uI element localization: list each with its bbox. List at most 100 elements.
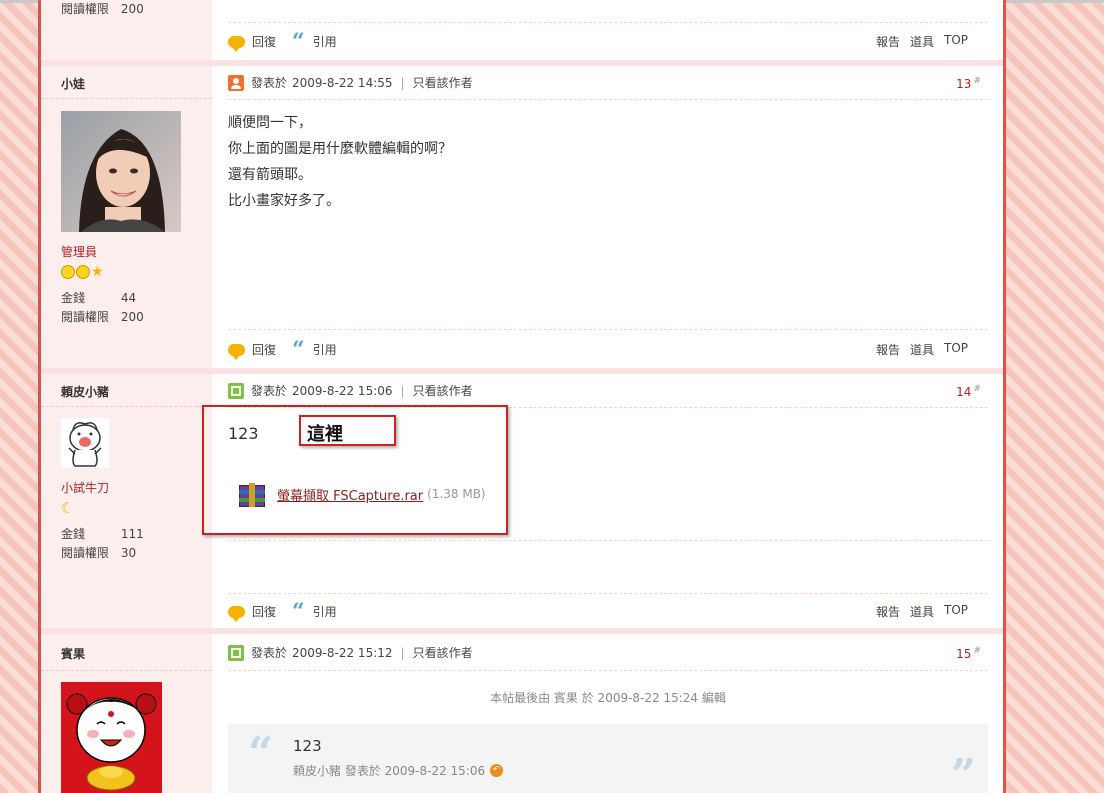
moon-icon: ☾ xyxy=(61,499,75,517)
quote-source: 頼皮小豬 發表於 2009-8-22 15:06 xyxy=(293,764,486,778)
floor-number[interactable]: 13 # xyxy=(956,76,981,91)
quote-button[interactable]: 引用 xyxy=(313,341,337,358)
quote-button[interactable]: 引用 xyxy=(313,603,337,620)
floor-value: 13 xyxy=(956,77,972,91)
open-quote-icon: “ xyxy=(248,728,274,779)
separator: | xyxy=(400,645,405,660)
quote-icon[interactable]: “ xyxy=(292,339,305,361)
reply-button[interactable]: 回復 xyxy=(252,341,276,358)
top-link[interactable]: TOP xyxy=(944,603,968,620)
author-name[interactable]: 小娃 xyxy=(61,75,85,92)
post-line: 順便問一下， xyxy=(228,115,312,131)
edit-note: 本帖最後由 賓果 於 2009-8-22 15:24 編輯 xyxy=(490,691,726,705)
only-author-link[interactable]: 只看該作者 xyxy=(413,382,473,399)
report-link[interactable]: 報告 xyxy=(876,603,900,620)
posted-label: 發表於 xyxy=(251,76,288,90)
user-rank: 小試牛刀 xyxy=(61,481,110,495)
stat-label: 閱讀權限 xyxy=(61,2,110,16)
reply-icon[interactable] xyxy=(228,35,245,52)
report-link[interactable]: 報告 xyxy=(876,33,900,50)
reply-icon[interactable] xyxy=(228,605,245,622)
post-body: 順便問一下， 你上面的圖是用什麼軟體編輯的啊？ 還有箭頭耶。 比小畫家好多了。 xyxy=(228,110,452,214)
author-name[interactable]: 賓果 xyxy=(61,645,85,662)
post-14: 頼皮小豬 小試牛刀 ☾ 金錢 111 閱讀權限 30 發表於 2009-8-22… xyxy=(41,374,1003,628)
post-meta: 發表於 2009-8-22 15:12 | 只看該作者 xyxy=(228,644,473,661)
post-date: 2009-8-22 15:12 xyxy=(292,645,393,660)
stat-label: 閱讀權限 xyxy=(61,310,110,324)
floor-mark: # xyxy=(973,384,981,394)
report-link[interactable]: 報告 xyxy=(876,341,900,358)
stat-row: 閱讀權限 200 xyxy=(61,0,211,17)
quote-meta: 頼皮小豬 發表於 2009-8-22 15:06 ↶ xyxy=(293,762,504,779)
user-icon xyxy=(228,74,244,91)
user-icon xyxy=(228,644,244,661)
reply-button[interactable]: 回復 xyxy=(252,603,276,620)
separator: | xyxy=(400,383,405,398)
divider xyxy=(41,98,212,99)
floor-value: 15 xyxy=(956,647,972,661)
stat-label: 閱讀權限 xyxy=(61,546,110,560)
avatar[interactable] xyxy=(61,682,162,793)
floor-number[interactable]: 15 # xyxy=(956,646,981,661)
post-line: 比小畫家好多了。 xyxy=(228,193,340,209)
star-icon: ★ xyxy=(91,264,104,280)
floor-mark: # xyxy=(973,646,981,656)
user-icon xyxy=(228,382,244,399)
floor-number[interactable]: 14 # xyxy=(956,384,981,399)
top-link[interactable]: TOP xyxy=(944,33,968,50)
avatar[interactable] xyxy=(61,418,109,468)
reply-button[interactable]: 回復 xyxy=(252,33,276,50)
stat-label: 金錢 xyxy=(61,527,86,541)
divider xyxy=(228,329,988,330)
stat-label: 金錢 xyxy=(61,291,86,305)
floor-value: 14 xyxy=(956,385,972,399)
stat-value: 30 xyxy=(120,546,137,560)
thread-page: 閱讀權限 200 回復 “ 引用 報告 道具 TOP 小娃 管理員 ★ 金錢 4… xyxy=(38,0,1006,793)
post-line: 還有箭頭耶。 xyxy=(228,167,312,183)
only-author-link[interactable]: 只看該作者 xyxy=(413,74,473,91)
stat-row: 金錢 111 xyxy=(61,525,211,542)
tools-link[interactable]: 道具 xyxy=(910,341,934,358)
post-15: 賓果 發表於 2009-8-22 15:12 | 只看該作者 15 # 本帖最後… xyxy=(41,634,1003,793)
post-sidebar: 賓果 xyxy=(41,634,212,793)
author-name[interactable]: 頼皮小豬 xyxy=(61,383,109,400)
quote-icon[interactable]: “ xyxy=(292,31,305,53)
stat-value: 111 xyxy=(120,527,144,541)
divider xyxy=(228,99,988,100)
quote-button[interactable]: 引用 xyxy=(313,33,337,50)
post-previous: 閱讀權限 200 回復 “ 引用 報告 道具 TOP xyxy=(41,0,1003,60)
stat-value: 200 xyxy=(120,310,144,324)
quote-icon[interactable]: “ xyxy=(292,601,305,623)
post-13: 小娃 管理員 ★ 金錢 44 閱讀權限 200 發表於 2009-8-22 14… xyxy=(41,66,1003,368)
tools-link[interactable]: 道具 xyxy=(910,603,934,620)
post-date: 2009-8-22 15:06 xyxy=(292,383,393,398)
smiley-icon xyxy=(61,265,75,279)
divider xyxy=(228,22,988,23)
stat-row: 金錢 44 xyxy=(61,289,211,306)
post-meta: 發表於 2009-8-22 14:55 | 只看該作者 xyxy=(228,74,473,91)
post-sidebar: 小娃 管理員 ★ 金錢 44 閱讀權限 200 xyxy=(41,66,212,368)
top-link[interactable]: TOP xyxy=(944,341,968,358)
divider xyxy=(228,593,988,594)
separator: | xyxy=(400,75,405,90)
avatar[interactable] xyxy=(61,111,181,232)
close-quote-icon: ” xyxy=(950,750,976,793)
post-line: 你上面的圖是用什麼軟體編輯的啊？ xyxy=(228,141,452,157)
posted-label: 發表於 xyxy=(251,646,288,660)
rank-stars: ★ xyxy=(61,265,104,279)
annotation-callout: 這裡 xyxy=(299,415,396,446)
post-sidebar: 閱讀權限 200 xyxy=(41,0,212,60)
post-sidebar: 頼皮小豬 小試牛刀 ☾ 金錢 111 閱讀權限 30 xyxy=(41,374,212,628)
only-author-link[interactable]: 只看該作者 xyxy=(413,644,473,661)
stat-value: 200 xyxy=(120,2,144,16)
divider xyxy=(41,406,212,407)
jump-to-post-icon[interactable]: ↶ xyxy=(490,764,504,777)
user-rank: 管理員 xyxy=(61,245,98,259)
stat-value: 44 xyxy=(120,291,137,305)
tools-link[interactable]: 道具 xyxy=(910,33,934,50)
quote-text: 123 xyxy=(293,737,322,755)
quote-block: “ ” 123 頼皮小豬 發表於 2009-8-22 15:06 ↶ xyxy=(228,724,988,793)
stat-row: 閱讀權限 200 xyxy=(61,308,211,325)
reply-icon[interactable] xyxy=(228,343,245,360)
divider xyxy=(228,540,988,541)
